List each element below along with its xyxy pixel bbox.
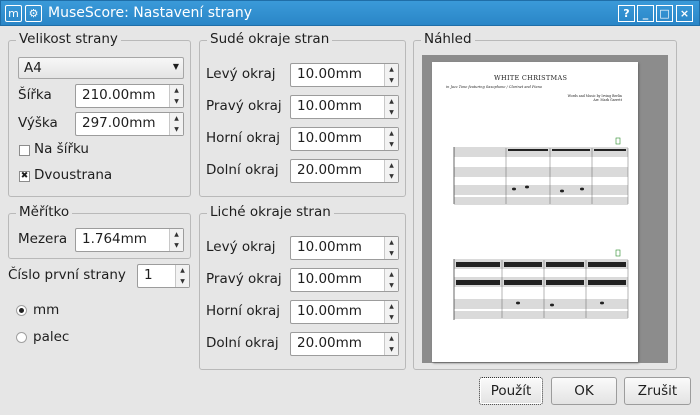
even-bottom-field[interactable]: 20.00mm ▲ ▼ — [290, 159, 399, 183]
page-size-group: Velikost strany A4 ▼ Šířka 210.00mm ▲ ▼ V… — [8, 31, 191, 197]
height-stepper[interactable]: ▲ ▼ — [169, 113, 183, 135]
score-preview-image — [453, 137, 629, 320]
odd-right-field[interactable]: 10.00mm ▲ ▼ — [290, 268, 399, 292]
spacing-field[interactable]: 1.764mm ▲ ▼ — [75, 228, 184, 252]
first-page-value: 1 — [144, 267, 153, 283]
page-format-select[interactable]: A4 ▼ — [18, 57, 184, 79]
first-page-stepper[interactable]: ▲ ▼ — [175, 265, 189, 287]
even-right-value: 10.00mm — [297, 98, 362, 114]
width-field[interactable]: 210.00mm ▲ ▼ — [75, 84, 184, 108]
even-left-field[interactable]: 10.00mm ▲ ▼ — [290, 63, 399, 87]
chevron-down-icon: ▼ — [172, 62, 179, 71]
unit-mm-label[interactable]: mm — [33, 302, 59, 318]
unit-inch-label[interactable]: palec — [33, 329, 69, 345]
unit-mm-radio[interactable] — [16, 305, 27, 316]
even-left-stepper[interactable]: ▲ ▼ — [384, 64, 398, 86]
first-page-field[interactable]: 1 ▲ ▼ — [137, 264, 190, 288]
page-size-title: Velikost strany — [16, 31, 121, 47]
odd-bottom-label: Dolní okraj — [206, 335, 279, 351]
odd-left-value: 10.00mm — [297, 239, 362, 255]
odd-top-field[interactable]: 10.00mm ▲ ▼ — [290, 300, 399, 324]
even-top-field[interactable]: 10.00mm ▲ ▼ — [290, 127, 399, 151]
cancel-button[interactable]: Zrušit — [624, 377, 691, 405]
help-button[interactable]: ? — [618, 5, 635, 22]
page-format-value: A4 — [24, 60, 42, 76]
even-left-value: 10.00mm — [297, 66, 362, 82]
even-right-field[interactable]: 10.00mm ▲ ▼ — [290, 95, 399, 119]
ok-button[interactable]: OK — [551, 377, 617, 405]
even-right-label: Pravý okraj — [206, 98, 282, 114]
even-top-stepper[interactable]: ▲ ▼ — [384, 128, 398, 150]
even-margins-title: Sudé okraje stran — [207, 31, 333, 47]
odd-margins-group: Liché okraje stran Levý okraj 10.00mm ▲ ▼… — [199, 204, 406, 370]
width-value: 210.00mm — [82, 87, 156, 103]
odd-bottom-field[interactable]: 20.00mm ▲ ▼ — [290, 332, 399, 356]
landscape-label[interactable]: Na šířku — [34, 141, 89, 157]
even-top-label: Horní okraj — [206, 130, 280, 146]
staff-2 — [454, 167, 628, 177]
spacing-label: Mezera — [18, 231, 68, 247]
even-margins-group: Sudé okraje stran Levý okraj 10.00mm ▲ ▼ … — [199, 31, 406, 197]
odd-right-stepper[interactable]: ▲ ▼ — [384, 269, 398, 291]
landscape-checkbox[interactable] — [19, 145, 30, 156]
odd-right-label: Pravý okraj — [206, 271, 282, 287]
even-bottom-stepper[interactable]: ▲ ▼ — [384, 160, 398, 182]
scale-title: Měřítko — [16, 204, 73, 220]
odd-left-label: Levý okraj — [206, 239, 276, 255]
spacing-value: 1.764mm — [82, 231, 147, 247]
even-left-label: Levý okraj — [206, 66, 276, 82]
even-bottom-value: 20.00mm — [297, 162, 362, 178]
odd-right-value: 10.00mm — [297, 271, 362, 287]
odd-top-label: Horní okraj — [206, 303, 280, 319]
twosided-checkbox[interactable]: ✖ — [19, 171, 30, 182]
scale-group: Měřítko Mezera 1.764mm ▲ ▼ — [8, 204, 191, 259]
height-field[interactable]: 297.00mm ▲ ▼ — [75, 112, 184, 136]
width-stepper[interactable]: ▲ ▼ — [169, 85, 183, 107]
even-right-stepper[interactable]: ▲ ▼ — [384, 96, 398, 118]
musescore-app-icon[interactable]: m — [5, 5, 22, 22]
title-bar[interactable]: m ⚙ MuseScore: Nastavení strany ? _ □ × — [0, 0, 700, 26]
odd-bottom-value: 20.00mm — [297, 335, 362, 351]
preview-title: Náhled — [421, 31, 475, 47]
height-label: Výška — [18, 115, 58, 131]
odd-bottom-stepper[interactable]: ▲ ▼ — [384, 333, 398, 355]
close-button[interactable]: × — [676, 5, 693, 22]
height-value: 297.00mm — [82, 115, 156, 131]
width-label: Šířka — [18, 87, 52, 103]
preview-page: WHITE CHRISTMAS in Jazz Tone featuring S… — [432, 62, 638, 362]
maximize-button[interactable]: □ — [656, 5, 673, 22]
odd-left-field[interactable]: 10.00mm ▲ ▼ — [290, 236, 399, 260]
staff-3 — [454, 185, 628, 205]
even-bottom-label: Dolní okraj — [206, 162, 279, 178]
pin-icon[interactable]: ⚙ — [25, 5, 42, 22]
odd-top-value: 10.00mm — [297, 303, 362, 319]
odd-left-stepper[interactable]: ▲ ▼ — [384, 237, 398, 259]
odd-top-stepper[interactable]: ▲ ▼ — [384, 301, 398, 323]
window-title: MuseScore: Nastavení strany — [48, 5, 253, 21]
spacing-stepper[interactable]: ▲ ▼ — [169, 229, 183, 251]
first-page-label: Číslo první strany — [8, 267, 126, 283]
unit-inch-radio[interactable] — [16, 332, 27, 343]
twosided-label[interactable]: Dvoustrana — [34, 167, 112, 183]
odd-margins-title: Liché okraje stran — [207, 204, 334, 220]
minimize-button[interactable]: _ — [637, 5, 654, 22]
apply-button[interactable]: Použít — [479, 377, 543, 405]
even-top-value: 10.00mm — [297, 130, 362, 146]
